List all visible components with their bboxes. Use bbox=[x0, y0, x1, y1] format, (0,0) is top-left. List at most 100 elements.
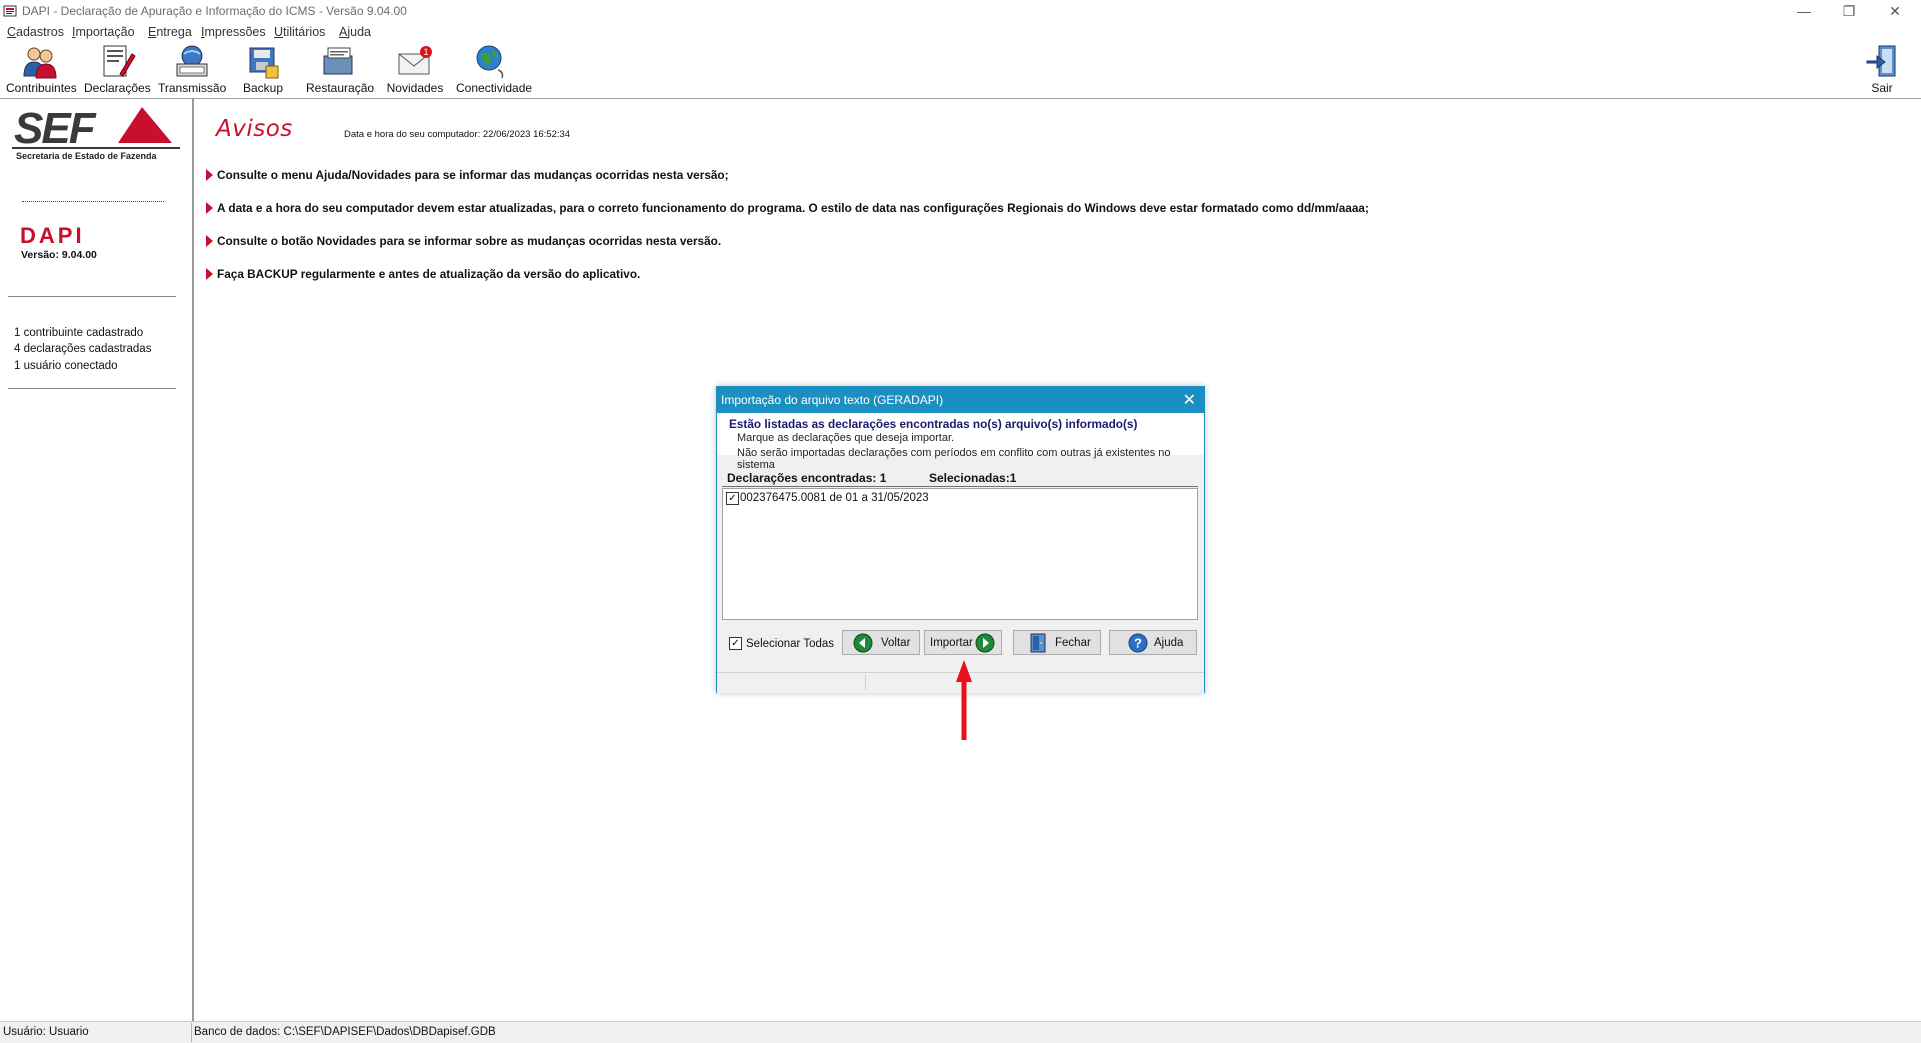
notice-text: Faça BACKUP regularmente e antes de atua… bbox=[217, 267, 641, 281]
dialog-instruction: Marque as declarações que deseja importa… bbox=[737, 432, 955, 444]
declaration-checkbox[interactable]: ✓ bbox=[726, 492, 739, 505]
arrow-icon bbox=[206, 202, 213, 214]
stat-declaracoes: 4 declarações cadastradas bbox=[14, 343, 152, 355]
back-arrow-icon bbox=[853, 633, 873, 653]
app-icon bbox=[3, 5, 17, 17]
menu-importacao[interactable]: Importação bbox=[72, 25, 135, 39]
novidades-badge: 1 bbox=[423, 47, 428, 57]
toolbar-backup-button[interactable]: Backup bbox=[238, 44, 288, 98]
notice-text: Consulte o menu Ajuda/Novidades para se … bbox=[217, 168, 729, 182]
found-count: Declarações encontradas: 1 bbox=[727, 471, 887, 485]
notice-item: Consulte o botão Novidades para se infor… bbox=[206, 234, 721, 248]
arrow-icon bbox=[206, 235, 213, 247]
restore-icon bbox=[323, 47, 353, 75]
divider bbox=[191, 1023, 192, 1042]
menu-impressoes[interactable]: Impressões bbox=[201, 25, 266, 39]
menu-cadastros[interactable]: Cadastros bbox=[7, 25, 64, 39]
globe-icon bbox=[476, 45, 504, 79]
declaration-label: 002376475.0081 de 01 a 31/05/2023 bbox=[740, 492, 929, 504]
import-dialog: Importação do arquivo texto (GERADAPI) ✕… bbox=[716, 386, 1205, 693]
toolbar-sair-button[interactable]: Sair bbox=[1862, 44, 1902, 98]
fechar-button[interactable]: Fechar bbox=[1013, 630, 1101, 655]
status-database: Banco de dados: C:\SEF\DAPISEF\Dados\DBD… bbox=[194, 1026, 496, 1038]
notice-item: A data e a hora do seu computador devem … bbox=[206, 201, 1369, 215]
menu-utilitarios[interactable]: Utilitários bbox=[274, 25, 325, 39]
stat-contribuintes: 1 contribuinte cadastrado bbox=[14, 327, 144, 339]
notice-item: Faça BACKUP regularmente e antes de atua… bbox=[206, 267, 640, 281]
mail-icon: 1 bbox=[398, 46, 432, 75]
svg-text:?: ? bbox=[1134, 636, 1142, 651]
selected-count: Selecionadas:1 bbox=[929, 471, 1017, 485]
stat-usuarios: 1 usuário conectado bbox=[14, 360, 118, 372]
dialog-title: Importação do arquivo texto (GERADAPI) bbox=[721, 393, 944, 407]
fechar-label: Fechar bbox=[1055, 637, 1091, 649]
menu-ajuda[interactable]: Ajuda bbox=[339, 25, 371, 39]
door-icon bbox=[1030, 633, 1046, 653]
toolbar: Contribuintes Declarações Transmissão Ba… bbox=[0, 42, 1921, 99]
window-title: DAPI - Declaração de Apuração e Informaç… bbox=[22, 4, 407, 18]
ajuda-button[interactable]: ? Ajuda bbox=[1109, 630, 1197, 655]
transmission-icon bbox=[176, 45, 208, 77]
voltar-label: Voltar bbox=[881, 637, 911, 649]
forward-arrow-icon bbox=[975, 633, 995, 653]
avisos-title: Avisos bbox=[216, 116, 293, 142]
dialog-warning: Não serão importadas declarações com per… bbox=[737, 447, 1171, 471]
toolbar-transmissao-button[interactable]: Transmissão bbox=[158, 44, 226, 98]
app-name: DAPI bbox=[20, 223, 85, 248]
restore-button[interactable]: ❐ bbox=[1826, 0, 1872, 22]
toolbar-conectividade-button[interactable]: Conectividade bbox=[456, 44, 533, 98]
app-version: Versão: 9.04.00 bbox=[21, 249, 97, 261]
toolbar-label: Sair bbox=[1871, 81, 1893, 95]
exit-icon bbox=[1866, 45, 1896, 77]
help-icon: ? bbox=[1128, 633, 1148, 653]
divider bbox=[22, 201, 164, 202]
select-all-checkbox[interactable]: ✓ bbox=[729, 637, 742, 650]
divider bbox=[8, 388, 176, 389]
status-bar: Usuário: Usuario Banco de dados: C:\SEF\… bbox=[0, 1021, 1921, 1043]
arrow-icon bbox=[206, 268, 213, 280]
importar-label: Importar bbox=[930, 637, 973, 649]
svg-text:SEF: SEF bbox=[14, 107, 97, 153]
list-item[interactable]: ✓ 002376475.0081 de 01 a 31/05/2023 bbox=[723, 489, 1197, 505]
minimize-button[interactable]: — bbox=[1781, 0, 1827, 22]
toolbar-label: Contribuintes bbox=[6, 81, 77, 95]
divider bbox=[722, 486, 1198, 487]
dialog-close-icon[interactable]: ✕ bbox=[1183, 390, 1196, 410]
title-bar: DAPI - Declaração de Apuração e Informaç… bbox=[0, 0, 1921, 22]
importar-button[interactable]: Importar bbox=[924, 630, 1002, 655]
voltar-button[interactable]: Voltar bbox=[842, 630, 920, 655]
status-user: Usuário: Usuario bbox=[3, 1026, 89, 1038]
dialog-title-bar: Importação do arquivo texto (GERADAPI) ✕ bbox=[717, 387, 1204, 413]
toolbar-label: Backup bbox=[242, 81, 284, 95]
toolbar-label: Novidades bbox=[386, 81, 444, 95]
close-window-button[interactable]: ✕ bbox=[1872, 0, 1918, 22]
toolbar-declaracoes-button[interactable]: Declarações bbox=[84, 44, 151, 98]
toolbar-novidades-button[interactable]: 1 Novidades bbox=[386, 44, 444, 98]
dialog-header: Estão listadas as declarações encontrada… bbox=[717, 413, 1204, 471]
left-panel: SEF Secretaria de Estado de Fazenda DAPI… bbox=[0, 99, 194, 1021]
toolbar-restauracao-button[interactable]: Restauração bbox=[306, 44, 375, 98]
users-icon bbox=[23, 47, 57, 79]
divider bbox=[865, 675, 866, 690]
divider bbox=[8, 296, 176, 297]
annotation-arrow bbox=[956, 660, 972, 740]
toolbar-label: Conectividade bbox=[456, 81, 533, 95]
toolbar-contribuintes-button[interactable]: Contribuintes bbox=[6, 44, 77, 98]
notice-text: A data e a hora do seu computador devem … bbox=[217, 201, 1369, 215]
notice-item: Consulte o menu Ajuda/Novidades para se … bbox=[206, 168, 729, 182]
backup-icon bbox=[249, 47, 279, 79]
dialog-header-title: Estão listadas as declarações encontrada… bbox=[729, 417, 1138, 431]
declarations-list[interactable]: ✓ 002376475.0081 de 01 a 31/05/2023 bbox=[722, 488, 1198, 620]
toolbar-label: Transmissão bbox=[158, 81, 227, 95]
toolbar-label: Declarações bbox=[84, 81, 151, 95]
toolbar-label: Restauração bbox=[306, 81, 375, 95]
arrow-icon bbox=[206, 169, 213, 181]
sef-subtitle: Secretaria de Estado de Fazenda bbox=[16, 151, 157, 161]
notice-text: Consulte o botão Novidades para se infor… bbox=[217, 234, 722, 248]
computer-datetime: Data e hora do seu computador: 22/06/202… bbox=[344, 129, 571, 140]
document-icon bbox=[103, 45, 136, 77]
menu-bar: Cadastros Importação Entrega Impressões … bbox=[0, 22, 1921, 42]
ajuda-label: Ajuda bbox=[1154, 637, 1184, 649]
select-all-label[interactable]: Selecionar Todas bbox=[746, 638, 834, 650]
menu-entrega[interactable]: Entrega bbox=[148, 25, 192, 39]
